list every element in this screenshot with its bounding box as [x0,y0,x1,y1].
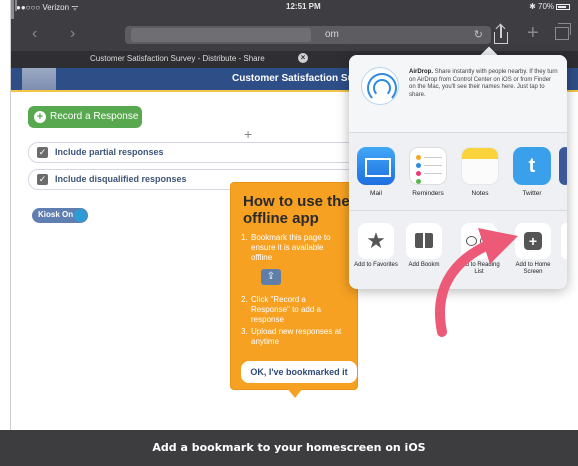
reload-icon[interactable]: ↻ [474,28,483,41]
add-to-favorites-action[interactable]: ★ Add to Favorites [350,223,402,269]
share-app-notes[interactable]: Notes [458,147,502,197]
airdrop-section[interactable]: AirDrop. Share instantly with people nea… [349,55,567,133]
step-number: 3. [241,327,248,336]
app-label: Mail [370,190,382,197]
caption-bar: Add a bookmark to your homescreen on iOS [0,430,578,466]
share-app-twitter[interactable]: t Twitter [510,147,554,197]
logo-redacted [22,68,56,90]
app-label: Notes [471,190,489,197]
share-apps-row: Mail Reminders Notes t Twitter [349,133,567,211]
url-text: om [325,29,339,40]
address-bar[interactable]: om ↻ [125,26,491,44]
share-app-reminders[interactable]: Reminders [406,147,450,197]
pink-pointer-arrow-icon [435,228,518,337]
step-number: 1. [241,233,248,242]
airdrop-title: AirDrop. [409,69,433,75]
step-number: 2. [241,295,248,304]
action-label: Add to Favorites [354,262,398,268]
help-step: 1. Bookmark this page to ensure it is ava… [241,233,331,263]
star-icon: ★ [358,223,394,259]
checkbox-checked-icon[interactable]: ✓ [37,147,48,158]
crosshair-cursor-icon: + [244,126,253,142]
toggle-knob [74,209,87,222]
step-text: Bookmark this page to ensure it is avail… [251,233,331,262]
share-box-icon: ⇪ [261,269,281,285]
notes-icon [461,147,499,185]
battery-icon [556,4,570,10]
clock: 12:51 PM [286,2,321,11]
callout-pointer [287,388,303,398]
plus-circle-icon: + [34,111,46,123]
step-text: Upload new responses at anytime [251,327,342,346]
airdrop-description: AirDrop. Share instantly with people nea… [409,69,559,99]
tab-title[interactable]: Customer Satisfaction Survey - Distribut… [90,54,265,63]
kiosk-toggle[interactable]: Kiosk On [32,208,88,223]
checkbox-checked-icon[interactable]: ✓ [37,174,48,185]
kiosk-label: Kiosk On [38,210,74,219]
more-action-sliver[interactable] [561,223,567,259]
facebook-app-icon[interactable] [559,147,567,185]
tabs-overview-icon[interactable] [555,23,571,40]
help-step: 2. Click "Record a Response" to add a res… [241,295,343,325]
forward-icon[interactable]: › [70,26,75,42]
record-response-button[interactable]: + Record a Response [28,106,142,128]
app-label: Twitter [522,190,542,197]
airdrop-icon [361,67,399,105]
step-text: Click "Record a Response" to add a respo… [251,295,321,324]
caption-text: Add a bookmark to your homescreen on iOS [152,441,426,454]
twitter-icon: t [513,147,551,185]
mail-icon [357,147,395,185]
bookmarked-confirm-button[interactable]: OK, I've bookmarked it [241,361,357,383]
new-tab-plus-icon[interactable]: + [527,22,539,45]
battery-status: ✱ 70% [529,2,570,11]
divider [10,0,11,430]
tab-close-icon[interactable]: × [298,53,308,63]
record-response-label: Record a Response [50,111,139,122]
option-label: Include disqualified responses [55,174,187,184]
partial-responses-option[interactable]: ✓ Include partial responses [28,142,358,163]
back-icon[interactable]: ‹ [32,26,37,42]
offline-help-card: How to use the offline app 1. Bookmark th… [230,182,358,390]
help-step: 3. Upload new responses at anytime [241,327,343,347]
option-label: Include partial responses [55,147,164,157]
reminders-icon [409,147,447,185]
ipad-screenshot: ●●○○○ Verizon ᯤ 12:51 PM ✱ 70% ‹ › om ↻ … [0,0,578,466]
carrier-status: ●●○○○ Verizon ᯤ [16,3,79,12]
share-app-mail[interactable]: Mail [354,147,398,197]
url-redacted [131,28,311,42]
share-icon[interactable] [491,23,511,46]
help-title: How to use the offline app [243,193,350,227]
battery-text: ✱ 70% [529,2,554,11]
app-label: Reminders [412,190,444,197]
